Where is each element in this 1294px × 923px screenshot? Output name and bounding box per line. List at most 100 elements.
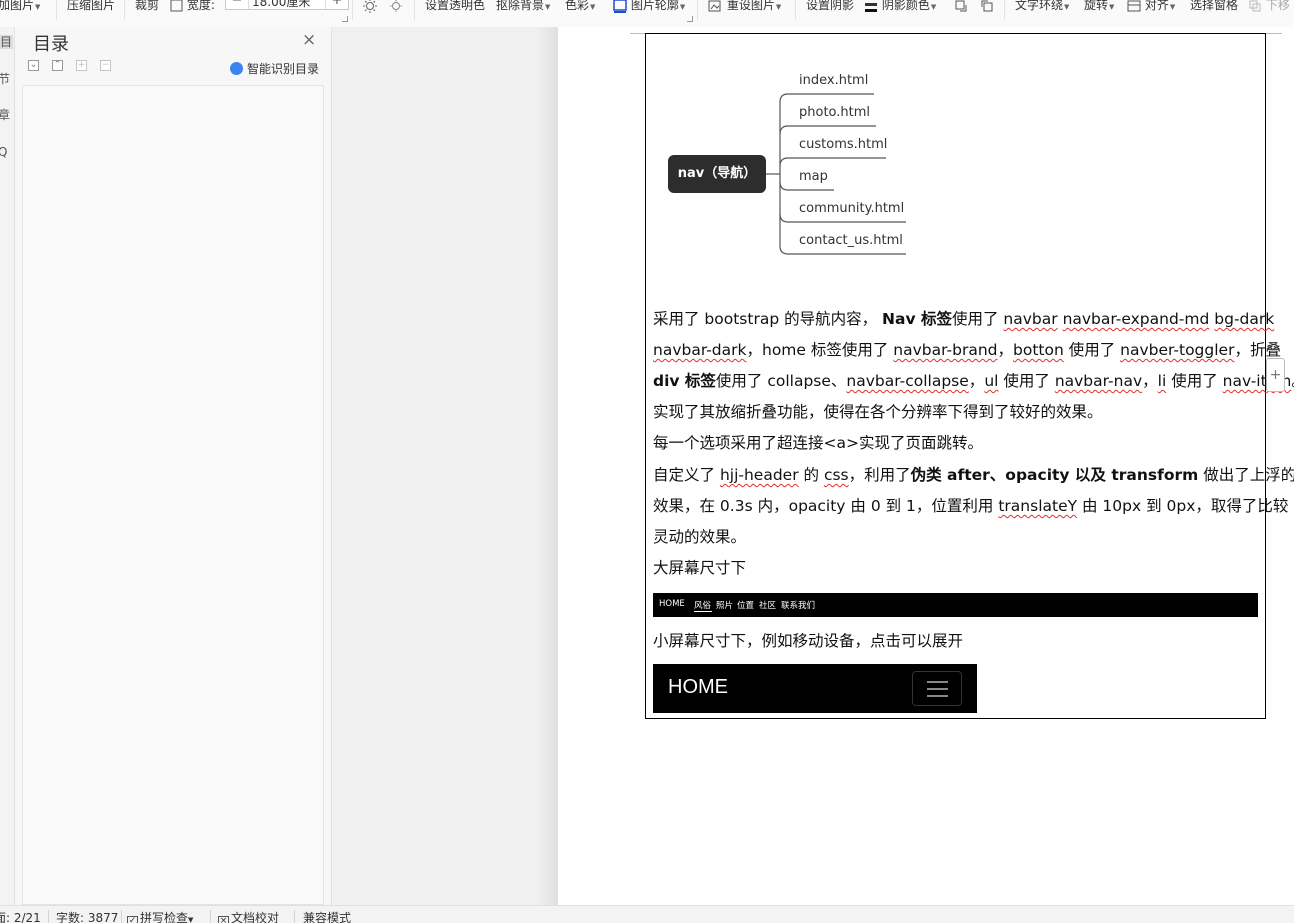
rotate-button[interactable]: 旋转▼ xyxy=(1084,0,1114,14)
reset-picture-button[interactable]: 重设图片▼ xyxy=(707,0,781,14)
divider xyxy=(210,910,211,923)
set-shadow-button[interactable]: 设置阴影 xyxy=(806,0,854,14)
chevron-down-icon: ▼ xyxy=(679,3,686,11)
navbar-item: 位置 xyxy=(737,601,755,611)
divider xyxy=(1004,0,1005,20)
collapse-all-button[interactable]: ⌃ xyxy=(52,60,63,71)
nav-pane-strip: 目 节 章 Q xyxy=(0,27,15,905)
document-proofread-button[interactable]: × 文档校对 xyxy=(218,911,279,923)
add-picture-button[interactable]: 加图片▼ xyxy=(0,0,40,14)
doc-paragraph-line[interactable]: 实现了其放缩折叠功能，使得在各个分辨率下得到了较好的效果。 xyxy=(653,397,1103,428)
mindmap-child-node[interactable]: map xyxy=(799,169,828,184)
mindmap-child-node[interactable]: community.html xyxy=(799,201,904,216)
width-value[interactable]: 18.00厘米 xyxy=(252,0,310,9)
move-down-button[interactable]: 下移 xyxy=(1248,0,1290,14)
selection-pane-button[interactable]: 选择窗格 xyxy=(1190,0,1238,14)
shadow-offset-button[interactable] xyxy=(954,0,968,14)
reset-picture-icon xyxy=(708,0,721,11)
ai-assistant-icon xyxy=(230,62,243,75)
brightness-decrease-button[interactable] xyxy=(388,0,404,14)
divider xyxy=(795,0,796,20)
search-icon[interactable]: Q xyxy=(0,145,10,159)
page-indicator[interactable]: 页面: 2/21 xyxy=(0,911,41,923)
navbar-item: HOME xyxy=(659,599,685,609)
doc-paragraph-line[interactable]: navbar-dark，home 标签使用了 navbar-brand，bott… xyxy=(653,335,1281,366)
sun-dim-icon xyxy=(390,0,402,12)
status-bar: 页面: 2/21 字数: 3877 ✓拼写检查▼ ×文档校对 兼容模式 xyxy=(0,905,1294,923)
navbar-item: 风俗 xyxy=(694,601,712,611)
mindmap-root-node[interactable]: nav（导航） xyxy=(668,155,766,193)
navbar-brand: HOME xyxy=(668,676,728,698)
align-icon xyxy=(1127,0,1141,11)
align-button[interactable]: 对齐▼ xyxy=(1127,0,1175,14)
add-heading-button[interactable]: + xyxy=(76,60,87,71)
doc-paragraph-line[interactable]: 效果，在 0.3s 内，opacity 由 0 到 1，位置利用 transla… xyxy=(653,491,1288,522)
page-shadow xyxy=(536,27,558,905)
shadow-offset-alt-button[interactable] xyxy=(980,0,994,14)
divider xyxy=(48,910,49,923)
smart-toc-button[interactable]: 智能识别目录 xyxy=(230,60,319,77)
brightness-increase-button[interactable] xyxy=(362,0,378,14)
chevron-down-icon: ▼ xyxy=(1064,3,1070,11)
navbar-small-screenshot[interactable]: HOME xyxy=(653,664,977,713)
section-tab[interactable]: 节 xyxy=(0,72,10,86)
spell-check-toggle[interactable]: ✓ 拼写检查▼ xyxy=(127,911,193,923)
close-icon[interactable]: × xyxy=(302,30,316,50)
width-decrease-button[interactable]: − xyxy=(226,0,249,9)
divider xyxy=(697,0,698,20)
doc-paragraph-line[interactable]: div 标签使用了 collapse、navbar-collapse，ul 使用… xyxy=(653,366,1294,397)
mindmap-child-node[interactable]: photo.html xyxy=(799,105,870,120)
toc-title: 目录 xyxy=(33,34,69,55)
chevron-down-icon: ▼ xyxy=(1109,3,1115,11)
shadow-offset-icon xyxy=(955,0,967,11)
doc-paragraph-line[interactable]: 采用了 bootstrap 的导航内容， Nav 标签使用了 navbar na… xyxy=(653,304,1274,335)
doc-paragraph-line[interactable]: 每一个选项采用了超连接<a>实现了页面跳转。 xyxy=(653,428,983,459)
divider xyxy=(352,0,353,20)
width-stepper[interactable]: − 18.00厘米 + xyxy=(225,0,349,10)
width-increase-button[interactable]: + xyxy=(325,0,348,9)
chevron-down-icon: ▼ xyxy=(930,3,937,11)
picture-outline-button[interactable]: 图片轮廓▼ xyxy=(613,0,685,14)
shadow-offset-alt-icon xyxy=(981,0,993,11)
divider xyxy=(124,0,125,20)
margin-marker xyxy=(1266,33,1282,34)
remove-heading-button[interactable]: − xyxy=(100,60,111,71)
hamburger-line xyxy=(927,681,948,683)
doc-paragraph-line[interactable]: 小屏幕尺寸下，例如移动设备，点击可以展开 xyxy=(653,626,963,657)
compress-picture-button[interactable]: 压缩图片 xyxy=(67,0,115,14)
word-count[interactable]: 字数: 3877 xyxy=(56,911,118,923)
dialog-launcher-icon[interactable] xyxy=(342,16,348,22)
navbar-hover-underline xyxy=(694,611,712,612)
chevron-down-icon: ▼ xyxy=(1169,3,1176,11)
expand-all-button[interactable]: ⌄ xyxy=(28,60,39,71)
navbar-large-screenshot[interactable]: HOME 风俗 照片 位置 社区 联系我们 xyxy=(653,593,1258,617)
navbar-item: 社区 xyxy=(759,601,777,611)
lock-ratio-icon xyxy=(170,0,183,12)
mindmap-child-node[interactable]: customs.html xyxy=(799,137,887,152)
toc-tab[interactable]: 目 xyxy=(0,35,13,49)
add-icon[interactable]: + xyxy=(1266,358,1285,392)
color-button[interactable]: 色彩▼ xyxy=(565,0,595,14)
doc-paragraph-line[interactable]: 自定义了 hjj-header 的 css，利用了伪类 after、opacit… xyxy=(653,460,1294,491)
navbar-item: 联系我们 xyxy=(781,601,816,611)
doc-paragraph-line[interactable]: 灵动的效果。 xyxy=(653,522,746,553)
chapter-tab[interactable]: 章 xyxy=(0,108,10,122)
shadow-color-icon xyxy=(865,2,877,12)
chevron-down-icon: ▼ xyxy=(545,3,551,11)
toc-list[interactable] xyxy=(22,85,324,905)
text-wrap-button[interactable]: 文字环绕▼ xyxy=(1015,0,1069,14)
ribbon-toolbar: 加图片▼ 压缩图片 裁剪 宽度: − 18.00厘米 + 设置透明色 抠除背景▼… xyxy=(0,0,1294,28)
mindmap-child-node[interactable]: index.html xyxy=(799,73,868,88)
shadow-color-button[interactable]: 阴影颜色▼ xyxy=(864,0,936,14)
hamburger-line xyxy=(927,695,948,697)
mindmap-child-node[interactable]: contact_us.html xyxy=(799,233,903,248)
move-down-icon xyxy=(1249,0,1261,11)
hamburger-menu-icon xyxy=(912,671,962,706)
remove-background-button[interactable]: 抠除背景▼ xyxy=(496,0,550,14)
divider xyxy=(56,0,57,20)
dialog-launcher-icon[interactable] xyxy=(687,16,693,22)
set-transparent-color-button[interactable]: 设置透明色 xyxy=(425,0,485,14)
crop-button[interactable]: 裁剪 xyxy=(135,0,159,14)
navbar-item: 照片 xyxy=(716,601,734,611)
doc-paragraph-line[interactable]: 大屏幕尺寸下 xyxy=(653,553,746,584)
